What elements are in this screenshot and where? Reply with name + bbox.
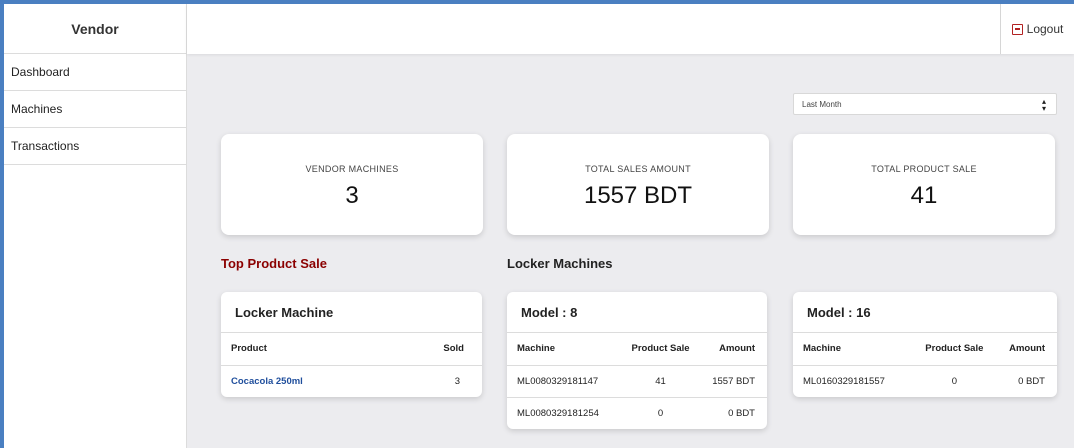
stat-label: TOTAL PRODUCT SALE [871,164,977,174]
amount-cell: 0 BDT [728,407,755,419]
stat-label: TOTAL SALES AMOUNT [585,164,691,174]
column-header: Machine [793,333,916,366]
period-select-value: Last Month [802,99,842,109]
sidebar-item-dashboard[interactable]: Dashboard [4,54,186,91]
sale-cell: 0 [657,407,664,419]
column-header: Amount [697,333,767,366]
model-card-8: Model : 8 Machine Product Sale Amount ML… [507,292,767,429]
column-header: Sold [398,333,482,366]
topbar: Logout [187,4,1074,54]
product-link[interactable]: Cocacola 250ml [231,376,303,387]
table-row: Cocacola 250ml 3 [221,365,482,397]
stat-value: 41 [910,182,938,209]
section-title-top-product: Top Product Sale [221,256,327,271]
machine-cell: ML0160329181557 [803,375,885,387]
logout-button[interactable]: Logout [1000,4,1074,54]
main-content: Last Month ▴ ▾ VENDOR MACHINES 3 TOTAL SA… [187,54,1074,448]
stat-card-total-sales-amount: TOTAL SALES AMOUNT 1557 BDT [507,134,769,235]
table-header-row: Product Sold [221,333,482,366]
column-header: Product Sale [915,333,994,366]
sidebar: Vendor Dashboard Machines Transactions [4,4,187,448]
column-header: Machine [507,333,624,366]
table-row: ML0080329181147 41 1557 BDT [507,365,767,398]
table-header-row: Machine Product Sale Amount [507,333,767,366]
card-title: Model : 16 [793,292,1057,333]
sale-cell: 41 [623,365,698,398]
sold-cell: 3 [454,375,460,387]
column-header: Product [221,333,399,366]
column-header: Amount [993,333,1057,366]
table-row: ML0080329181254 0 0 BDT [507,397,767,429]
model-8-table: Machine Product Sale Amount ML0080329181… [507,333,767,429]
stat-card-vendor-machines: VENDOR MACHINES 3 [221,134,483,235]
logout-label: Logout [1026,22,1064,36]
table-header-row: Machine Product Sale Amount [793,333,1057,366]
model-card-16: Model : 16 Machine Product Sale Amount M… [793,292,1057,397]
column-header: Product Sale [623,333,698,366]
machine-cell: ML0080329181147 [507,365,624,398]
sidebar-item-machines[interactable]: Machines [4,91,186,128]
brand-title: Vendor [4,4,186,54]
amount-cell: 0 BDT [1018,375,1045,387]
sale-cell: 0 [951,375,957,387]
sidebar-item-transactions[interactable]: Transactions [4,128,186,165]
section-title-locker-machines: Locker Machines [507,256,613,271]
machine-cell: ML0080329181254 [517,407,599,419]
logout-icon [1011,23,1023,35]
card-title: Locker Machine [221,292,482,333]
select-arrows-icon: ▴ ▾ [1041,97,1046,113]
model-16-table: Machine Product Sale Amount ML0160329181… [793,333,1057,397]
card-title: Model : 8 [507,292,767,333]
stat-label: VENDOR MACHINES [305,164,399,174]
top-product-card: Locker Machine Product Sold Cocacola 250… [221,292,482,397]
stat-value: 1557 BDT [583,182,693,209]
amount-cell: 1557 BDT [697,365,767,398]
top-product-table: Product Sold Cocacola 250ml 3 [221,333,482,397]
stat-card-total-product-sale: TOTAL PRODUCT SALE 41 [793,134,1055,235]
app-window: Vendor Dashboard Machines Transactions L… [0,0,1074,448]
stat-value: 3 [345,182,359,209]
table-row: ML0160329181557 0 0 BDT [793,365,1057,397]
period-select[interactable]: Last Month ▴ ▾ [793,93,1057,115]
